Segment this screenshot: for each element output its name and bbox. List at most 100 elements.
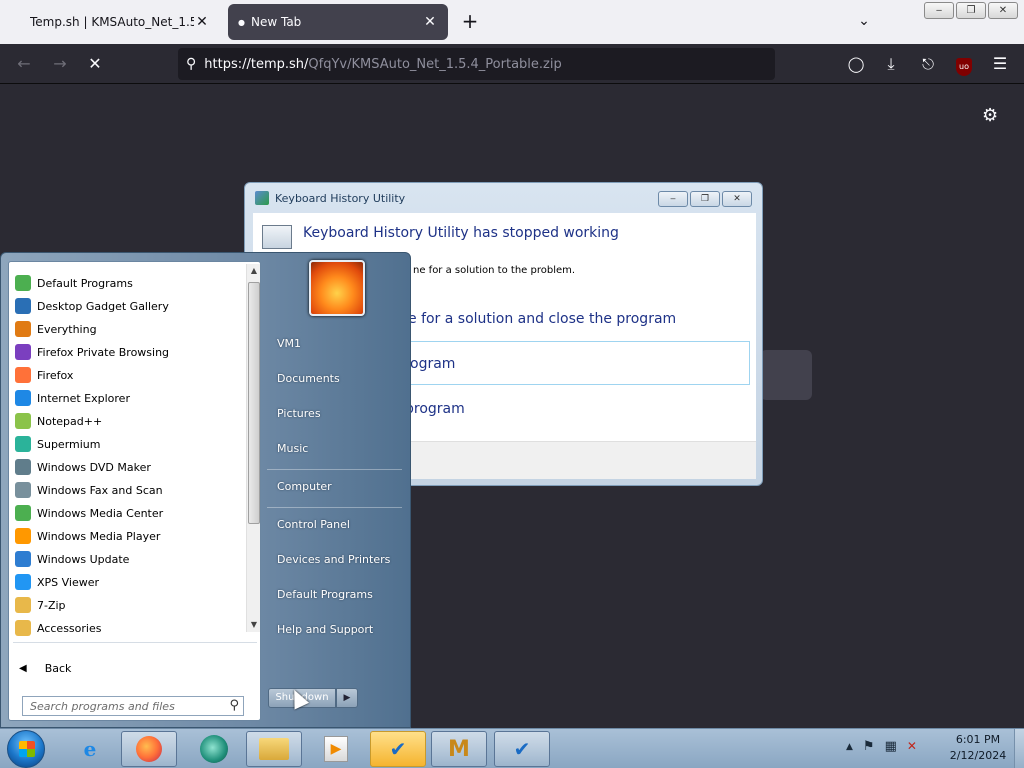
firefox-icon xyxy=(136,736,162,762)
tab-label: Temp.sh | KMSAuto_Net_1.5.4_Por xyxy=(30,15,194,29)
taskbar-explorer[interactable] xyxy=(246,731,302,767)
search-icon: ⚲ xyxy=(229,698,239,713)
menu-icon[interactable]: ☰ xyxy=(988,52,1012,76)
program-label: XPS Viewer xyxy=(37,575,100,589)
program-item[interactable]: XPS Viewer xyxy=(11,571,243,593)
all-programs-list: Default Programs Desktop Gadget Gallery Ev… xyxy=(9,262,245,636)
ms-toolkit-icon: M xyxy=(448,736,470,762)
option-debug-program[interactable]: program xyxy=(405,401,465,417)
start-item-pictures[interactable]: Pictures xyxy=(277,407,321,420)
browser-tab-strip: Temp.sh | KMSAuto_Net_1.5.4_Por ✕ ● New … xyxy=(0,0,1024,44)
option-close-program[interactable]: ogram xyxy=(410,356,455,372)
supermium-icon xyxy=(200,735,228,763)
start-button[interactable] xyxy=(7,730,45,768)
start-menu: Default Programs Desktop Gadget Gallery Ev… xyxy=(0,252,411,728)
pocket-icon[interactable]: ◯ xyxy=(844,52,868,76)
gear-icon[interactable]: ⚙ xyxy=(982,105,998,126)
program-icon xyxy=(15,390,31,406)
program-item[interactable]: Supermium xyxy=(11,433,243,455)
scroll-thumb[interactable] xyxy=(248,282,260,524)
scroll-up-icon[interactable]: ▲ xyxy=(247,264,261,278)
program-icon xyxy=(15,597,31,613)
list-all-tabs-icon[interactable]: ⌄ xyxy=(852,10,876,34)
start-item-control-panel[interactable]: Control Panel xyxy=(277,518,350,531)
program-item[interactable]: Windows DVD Maker xyxy=(11,456,243,478)
taskbar-supermium[interactable] xyxy=(186,731,242,767)
tab-temp-sh[interactable]: Temp.sh | KMSAuto_Net_1.5.4_Por ✕ xyxy=(20,4,220,40)
program-label: Desktop Gadget Gallery xyxy=(37,299,169,313)
start-item-computer[interactable]: Computer xyxy=(277,480,332,493)
program-icon xyxy=(15,413,31,429)
ublock-badge: uo xyxy=(956,58,972,76)
shutdown-options-arrow-icon[interactable]: ▶ xyxy=(336,688,358,708)
close-tab-icon[interactable]: ✕ xyxy=(194,14,210,30)
program-item[interactable]: Firefox Private Browsing xyxy=(11,341,243,363)
search-programs-input[interactable]: Search programs and files ⚲ xyxy=(22,696,244,716)
taskbar-ms-toolkit[interactable]: M xyxy=(431,731,487,767)
forward-arrow-icon[interactable]: → xyxy=(48,52,72,76)
clock[interactable]: 6:01 PM 2/12/2024 xyxy=(946,732,1010,764)
start-item-documents[interactable]: Documents xyxy=(277,372,340,385)
program-item[interactable]: Everything xyxy=(11,318,243,340)
dialog-maximize-button[interactable]: ❐ xyxy=(690,191,720,207)
program-label: Everything xyxy=(37,322,97,336)
back-button[interactable]: ◀ Back xyxy=(19,658,219,678)
url-bar[interactable]: ⚲ https://temp.sh/QfqYv/KMSAuto_Net_1.5.… xyxy=(178,48,775,80)
ublock-icon[interactable]: uo xyxy=(952,52,976,76)
program-item[interactable]: Windows Update xyxy=(11,548,243,570)
scroll-down-icon[interactable]: ▼ xyxy=(247,618,261,632)
program-item[interactable]: Accessories xyxy=(11,617,243,639)
program-item[interactable]: Windows Fax and Scan xyxy=(11,479,243,501)
program-item[interactable]: 7-Zip xyxy=(11,594,243,616)
taskbar-kmsauto-2[interactable]: ✔ xyxy=(494,731,550,767)
start-item-help-support[interactable]: Help and Support xyxy=(277,623,373,636)
taskbar-media-player[interactable]: ▶ xyxy=(308,731,364,767)
taskbar: e ▶ ✔ M ✔ ▲ ⚑ ▦ ✕ 6:01 PM 2/12/2024 xyxy=(0,728,1024,768)
program-item[interactable]: Firefox xyxy=(11,364,243,386)
new-tab-button[interactable]: + xyxy=(458,10,482,34)
volume-muted-icon[interactable]: ✕ xyxy=(907,739,917,755)
extensions-icon[interactable]: ⎋ xyxy=(916,52,940,76)
dialog-minimize-button[interactable]: ‒ xyxy=(658,191,688,207)
restore-button[interactable]: ❐ xyxy=(956,2,986,19)
option-close-program-box[interactable] xyxy=(405,341,750,385)
start-item-music[interactable]: Music xyxy=(277,442,308,455)
program-item[interactable]: Desktop Gadget Gallery xyxy=(11,295,243,317)
show-desktop-button[interactable] xyxy=(1014,729,1024,768)
program-item[interactable]: Default Programs xyxy=(11,272,243,294)
divider xyxy=(13,642,257,643)
start-item-user[interactable]: VM1 xyxy=(277,337,301,350)
back-arrow-icon[interactable]: ← xyxy=(12,52,36,76)
window-controls: ‒ ❐ ✕ xyxy=(924,2,1018,19)
navigation-toolbar: ← → ✕ ⚲ https://temp.sh/QfqYv/KMSAuto_Ne… xyxy=(0,44,1024,84)
shortcut-tile[interactable] xyxy=(760,350,812,400)
minimize-button[interactable]: ‒ xyxy=(924,2,954,19)
back-label: Back xyxy=(44,661,72,675)
program-item[interactable]: Internet Explorer xyxy=(11,387,243,409)
show-hidden-icons-icon[interactable]: ▲ xyxy=(846,739,853,755)
program-icon xyxy=(15,528,31,544)
stop-loading-icon[interactable]: ✕ xyxy=(83,52,107,76)
close-window-button[interactable]: ✕ xyxy=(988,2,1018,19)
taskbar-firefox[interactable] xyxy=(121,731,177,767)
program-item[interactable]: Notepad++ xyxy=(11,410,243,432)
program-icon xyxy=(15,344,31,360)
close-tab-icon[interactable]: ✕ xyxy=(422,14,438,30)
program-item[interactable]: Windows Media Player xyxy=(11,525,243,547)
downloads-icon[interactable]: ⤓ xyxy=(879,52,903,76)
program-label: Windows Media Center xyxy=(37,506,164,520)
divider xyxy=(267,507,402,508)
start-item-default-programs[interactable]: Default Programs xyxy=(277,588,373,601)
network-icon[interactable]: ▦ xyxy=(885,739,897,755)
tab-new-tab[interactable]: ● New Tab ✕ xyxy=(228,4,448,40)
start-item-devices-printers[interactable]: Devices and Printers xyxy=(277,553,390,566)
taskbar-internet-explorer[interactable]: e xyxy=(62,731,118,767)
search-placeholder: Search programs and files xyxy=(30,699,175,713)
programs-scrollbar[interactable]: ▲ ▼ xyxy=(246,264,260,632)
action-center-flag-icon[interactable]: ⚑ xyxy=(863,739,875,755)
option-check-online[interactable]: e for a solution and close the program xyxy=(408,311,676,327)
program-item[interactable]: Windows Media Center xyxy=(11,502,243,524)
taskbar-kmsauto[interactable]: ✔ xyxy=(370,731,426,767)
dialog-close-button[interactable]: ✕ xyxy=(722,191,752,207)
user-avatar[interactable] xyxy=(309,260,365,316)
